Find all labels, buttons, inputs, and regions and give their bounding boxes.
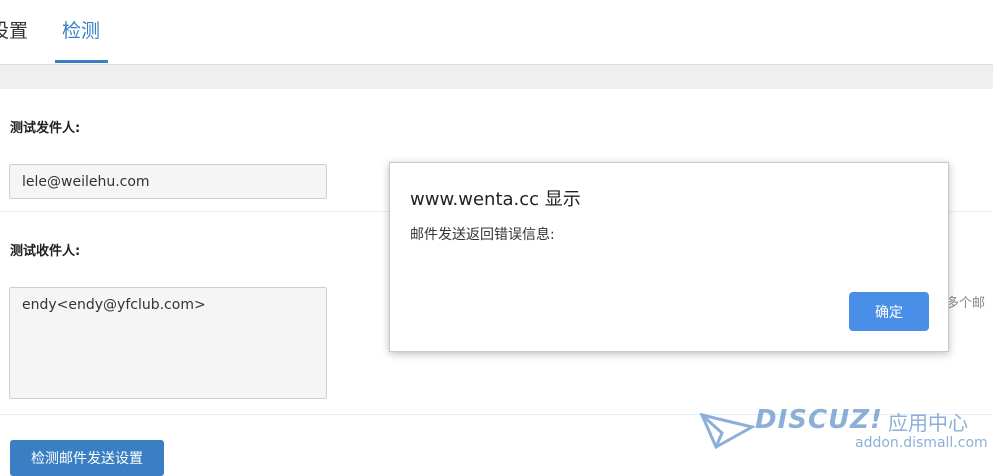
check-mail-settings-button[interactable]: 检测邮件发送设置 (10, 440, 164, 476)
sender-input[interactable]: lele@weilehu.com (9, 164, 327, 199)
dialog-ok-button[interactable]: 确定 (849, 292, 929, 331)
dialog-message: 邮件发送返回错误信息: (410, 227, 555, 243)
watermark: DISCUZ! 应用中心 addon.dismall.com (700, 403, 993, 463)
tab-settings[interactable]: 设置 (0, 16, 28, 43)
active-tab-underline (55, 60, 108, 63)
recipient-hint: 多个邮 (946, 296, 986, 311)
paper-plane-icon (700, 412, 755, 449)
tab-bar: 设置 检测 (0, 0, 993, 65)
section-band (0, 65, 993, 89)
watermark-url: addon.dismall.com (855, 435, 988, 451)
watermark-brand-cn: 应用中心 (888, 411, 968, 435)
watermark-brand: DISCUZ! (755, 405, 883, 435)
recipient-textarea[interactable]: endy<endy@yfclub.com> (9, 287, 327, 399)
sender-label: 测试发件人: (10, 121, 81, 136)
alert-dialog: www.wenta.cc 显示 邮件发送返回错误信息: 确定 (389, 162, 949, 352)
dialog-title: www.wenta.cc 显示 (410, 189, 581, 210)
recipient-label: 测试收件人: (10, 244, 81, 259)
tab-check[interactable]: 检测 (62, 16, 100, 43)
